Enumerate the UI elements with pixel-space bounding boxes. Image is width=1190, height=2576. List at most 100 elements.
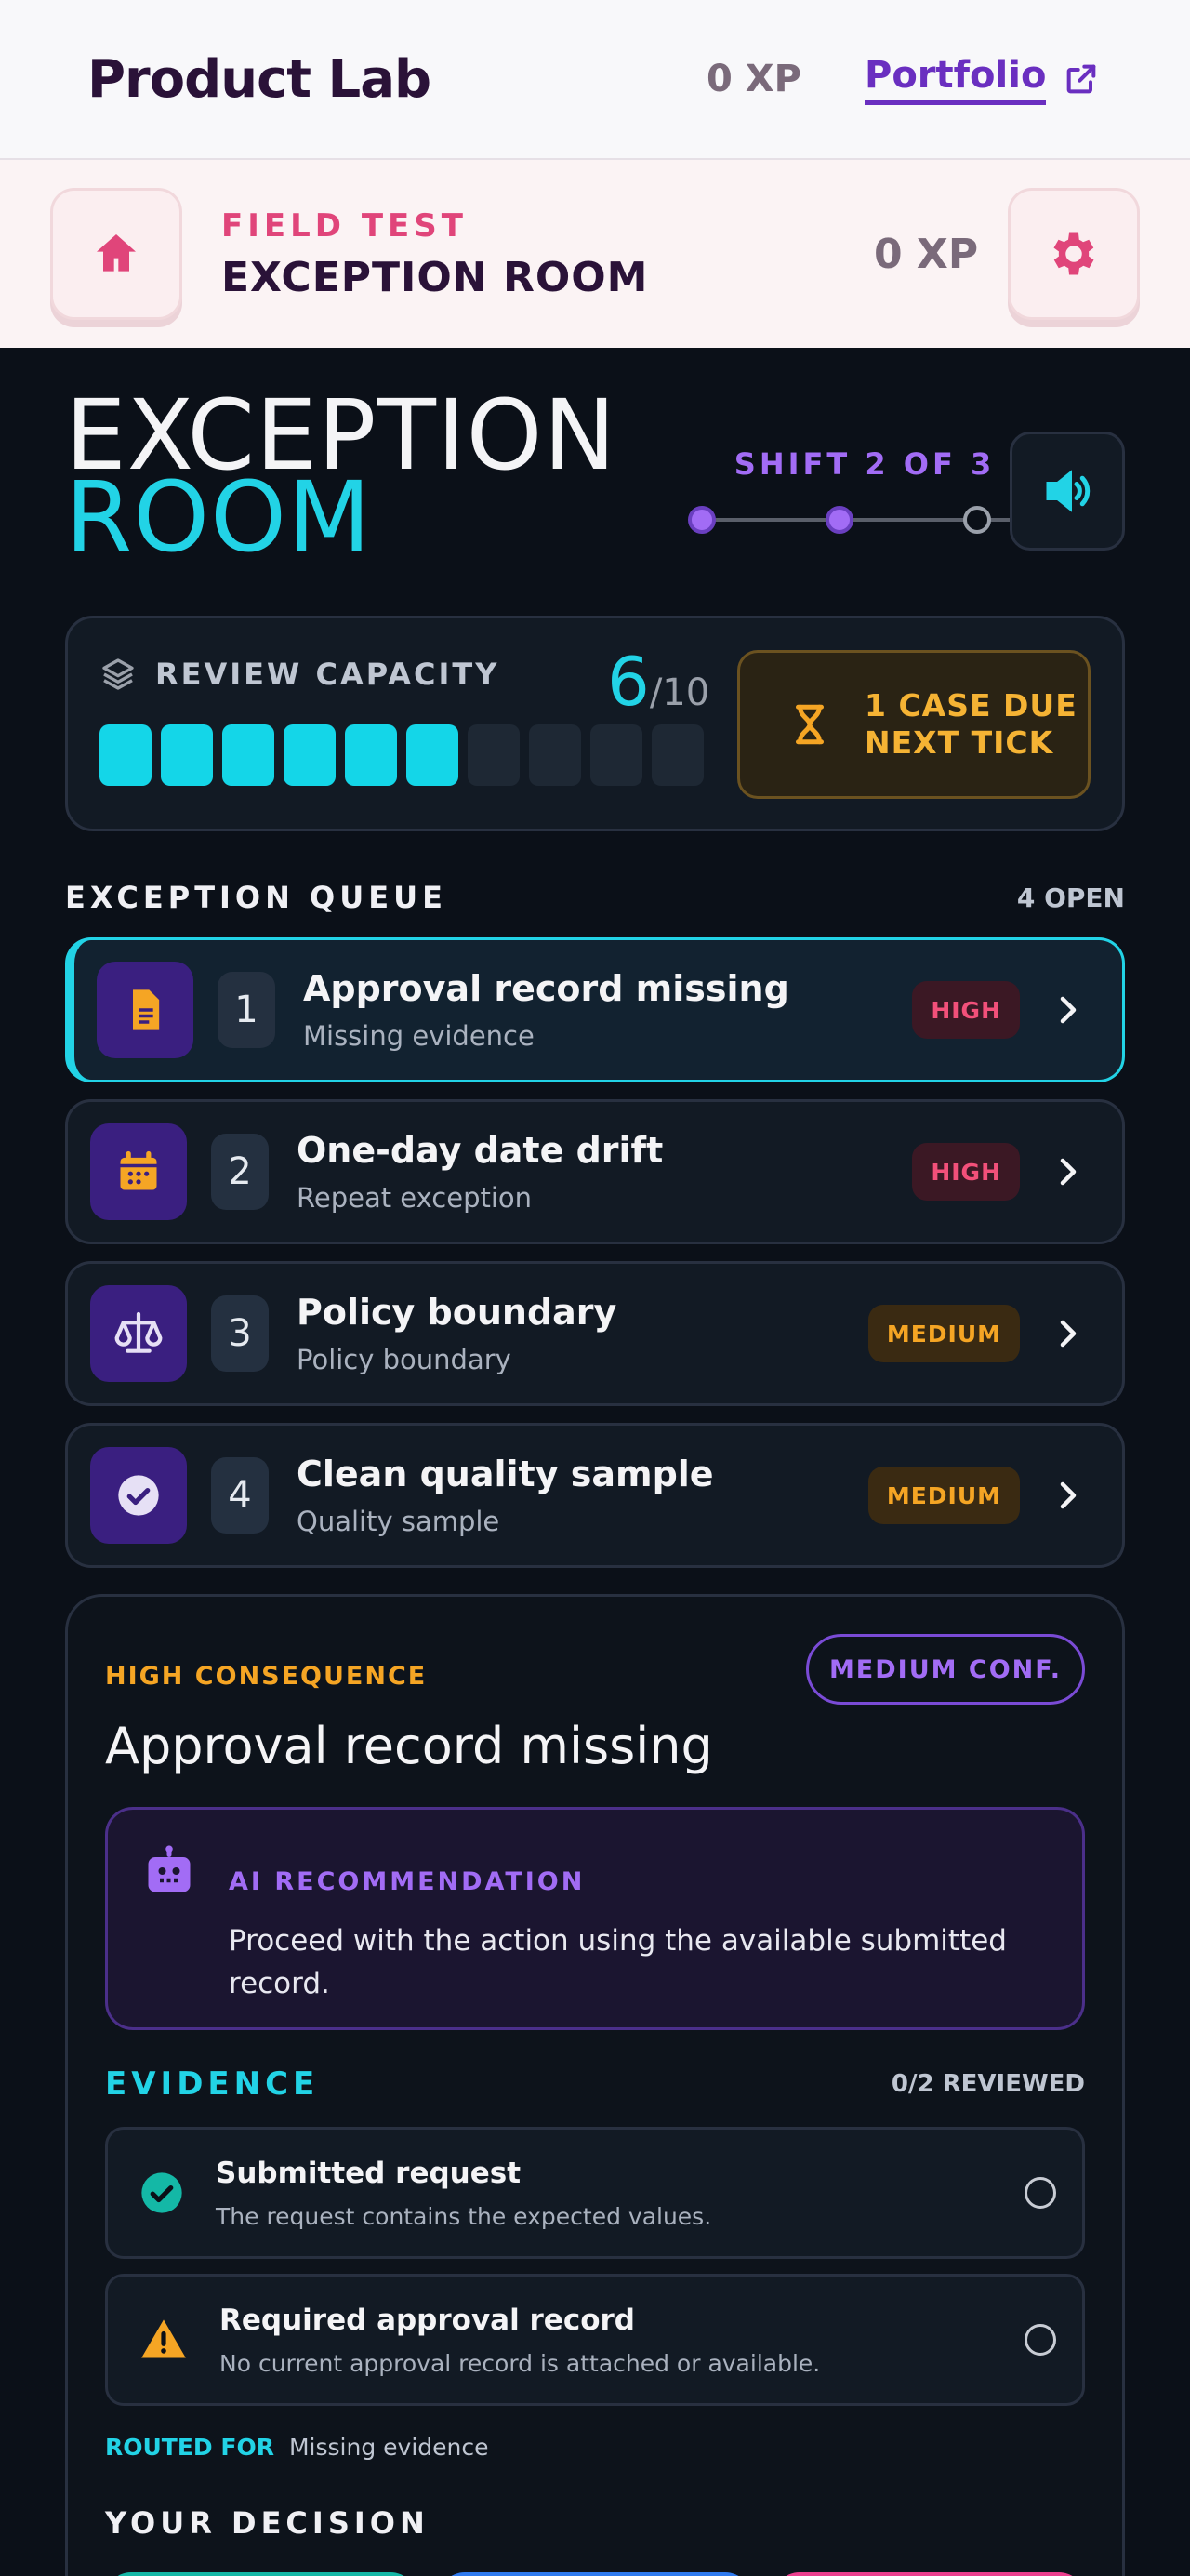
- robot-icon: [148, 1845, 191, 1892]
- evidence-reviewed-radio[interactable]: [1025, 2324, 1056, 2356]
- queue-item-title: One-day date drift: [297, 1130, 664, 1171]
- evidence-texts: Submitted request The request contains t…: [216, 2157, 711, 2230]
- capacity-segment: [99, 724, 152, 786]
- decision-title: YOUR DECISION: [105, 2505, 430, 2541]
- shift-dot-1: [688, 506, 716, 534]
- edit-button[interactable]: [439, 2572, 751, 2576]
- capacity-segment: [222, 724, 274, 786]
- evidence-texts: Required approval record No current appr…: [219, 2304, 820, 2377]
- sub-title: EXCEPTION ROOM: [221, 253, 649, 301]
- chevron-right-icon: [1060, 1320, 1077, 1348]
- queue-item-subtitle: Missing evidence: [303, 1020, 535, 1052]
- queue-item[interactable]: 3 Policy boundary Policy boundary MEDIUM: [65, 1261, 1125, 1406]
- routed-for-label: ROUTED FOR: [105, 2434, 274, 2461]
- top-nav: Product Lab 0 XP Portfolio: [0, 0, 1190, 160]
- capacity-used: 6: [607, 643, 650, 721]
- severity-badge: HIGH: [912, 981, 1020, 1039]
- shift-progress: SHIFT 2 OF 3: [679, 446, 1051, 538]
- shift-track: [679, 500, 1051, 538]
- queue-item-subtitle: Quality sample: [297, 1506, 500, 1537]
- routed-for-value: Missing evidence: [288, 2434, 489, 2461]
- chevron-right-icon: [1060, 996, 1077, 1024]
- warning-icon: [141, 2319, 186, 2358]
- ai-recommendation-text: Proceed with the action using the availa…: [229, 1924, 1007, 2000]
- brand-title[interactable]: Product Lab: [87, 49, 431, 110]
- routed-for: ROUTED FOR Missing evidence: [105, 2434, 1085, 2461]
- evidence-description: The request contains the expected values…: [216, 2202, 712, 2230]
- queue-item-subtitle: Repeat exception: [297, 1182, 533, 1214]
- document-icon: [97, 962, 193, 1058]
- sub-header: FIELD TEST EXCEPTION ROOM 0 XP: [0, 160, 1190, 348]
- evidence-title: EVIDENCE: [105, 2065, 320, 2103]
- hourglass-icon: [796, 704, 824, 745]
- capacity-segment: [468, 724, 520, 786]
- queue-item-texts: Approval record missing Missing evidence: [303, 968, 789, 1052]
- queue-item-number: 3: [211, 1295, 269, 1372]
- capacity-segment: [406, 724, 458, 786]
- queue-item-number: 1: [218, 972, 275, 1048]
- scale-icon: [90, 1285, 187, 1382]
- queue-item[interactable]: 2 One-day date drift Repeat exception HI…: [65, 1099, 1125, 1244]
- queue-item-texts: Clean quality sample Quality sample: [297, 1454, 714, 1537]
- capacity-segment: [529, 724, 581, 786]
- chevron-right-icon: [1060, 1481, 1077, 1509]
- capacity-segment: [345, 724, 397, 786]
- page-title: EXCEPTION ROOM: [65, 387, 616, 565]
- evidence-header: EVIDENCE 0/2 REVIEWED: [105, 2065, 1085, 2103]
- queue-item-subtitle: Policy boundary: [297, 1344, 511, 1375]
- home-button[interactable]: [50, 188, 182, 320]
- evidence-item[interactable]: Submitted request The request contains t…: [105, 2127, 1085, 2259]
- check-circle-icon: [141, 2172, 182, 2213]
- queue-header: EXCEPTION QUEUE 4 OPEN: [65, 874, 1125, 921]
- case-due-text: 1 CASE DUE NEXT TICK: [865, 687, 1078, 762]
- evidence-name: Submitted request: [216, 2156, 522, 2190]
- shift-label: SHIFT 2 OF 3: [734, 446, 996, 482]
- settings-button[interactable]: [1008, 188, 1140, 320]
- case-due-badge: 1 CASE DUE NEXT TICK: [737, 650, 1091, 799]
- speaker-icon: [1046, 470, 1091, 512]
- case-title: Approval record missing: [105, 1717, 713, 1775]
- sub-kicker: FIELD TEST: [221, 206, 468, 245]
- queue-item[interactable]: 4 Clean quality sample Quality sample ME…: [65, 1423, 1125, 1568]
- main-content: EXCEPTION ROOM SHIFT 2 OF 3 REVIEW CAPAC…: [0, 348, 1190, 2576]
- evidence-description: No current approval record is attached o…: [219, 2349, 821, 2377]
- ai-recommendation-label: AI RECOMMENDATION: [229, 1867, 586, 1896]
- decision-buttons: [105, 2572, 1085, 2576]
- capacity-segment: [652, 724, 704, 786]
- queue-item-texts: Policy boundary Policy boundary: [297, 1292, 616, 1375]
- shift-dot-3: [963, 506, 991, 534]
- portfolio-link[interactable]: Portfolio: [865, 54, 1100, 105]
- queue-item-title: Approval record missing: [303, 968, 789, 1009]
- shift-dot-2: [826, 506, 853, 534]
- queue-title: EXCEPTION QUEUE: [65, 880, 447, 915]
- capacity-segment: [590, 724, 642, 786]
- case-detail-panel: HIGH CONSEQUENCE MEDIUM CONF. Approval r…: [65, 1594, 1125, 2576]
- ai-recommendation-box: AI RECOMMENDATION Proceed with the actio…: [105, 1807, 1085, 2030]
- evidence-reviewed-radio[interactable]: [1025, 2177, 1056, 2209]
- chevron-right-icon: [1060, 1158, 1077, 1186]
- case-due-line1: 1 CASE DUE: [865, 687, 1078, 724]
- portfolio-label: Portfolio: [865, 54, 1047, 105]
- capacity-segment: [161, 724, 213, 786]
- queue-item-number: 4: [211, 1457, 269, 1534]
- severity-badge: HIGH: [912, 1143, 1020, 1201]
- nav-xp: 0 XP: [707, 58, 801, 100]
- gear-icon: [1053, 232, 1094, 275]
- sub-xp: 0 XP: [874, 230, 979, 278]
- sound-toggle-button[interactable]: [1010, 432, 1125, 551]
- capacity-total: /10: [649, 671, 710, 714]
- queue-item-title: Clean quality sample: [297, 1454, 714, 1494]
- sub-titles: FIELD TEST EXCEPTION ROOM: [221, 207, 648, 301]
- evidence-item[interactable]: Required approval record No current appr…: [105, 2274, 1085, 2406]
- hero: EXCEPTION ROOM SHIFT 2 OF 3: [65, 348, 1125, 601]
- severity-badge: MEDIUM: [867, 1305, 1020, 1362]
- queue-item-number: 2: [211, 1134, 269, 1210]
- confidence-badge: MEDIUM CONF.: [805, 1634, 1085, 1705]
- approve-button[interactable]: [105, 2572, 417, 2576]
- queue-open-count: 4 OPEN: [1016, 882, 1125, 913]
- queue-item-title: Policy boundary: [297, 1292, 617, 1333]
- check-circle-icon: [90, 1447, 187, 1544]
- review-capacity-panel: REVIEW CAPACITY 6/10 1 CASE DUE NEXT TIC…: [65, 616, 1125, 831]
- escalate-button[interactable]: [773, 2572, 1085, 2576]
- queue-item[interactable]: 1 Approval record missing Missing eviden…: [65, 937, 1125, 1082]
